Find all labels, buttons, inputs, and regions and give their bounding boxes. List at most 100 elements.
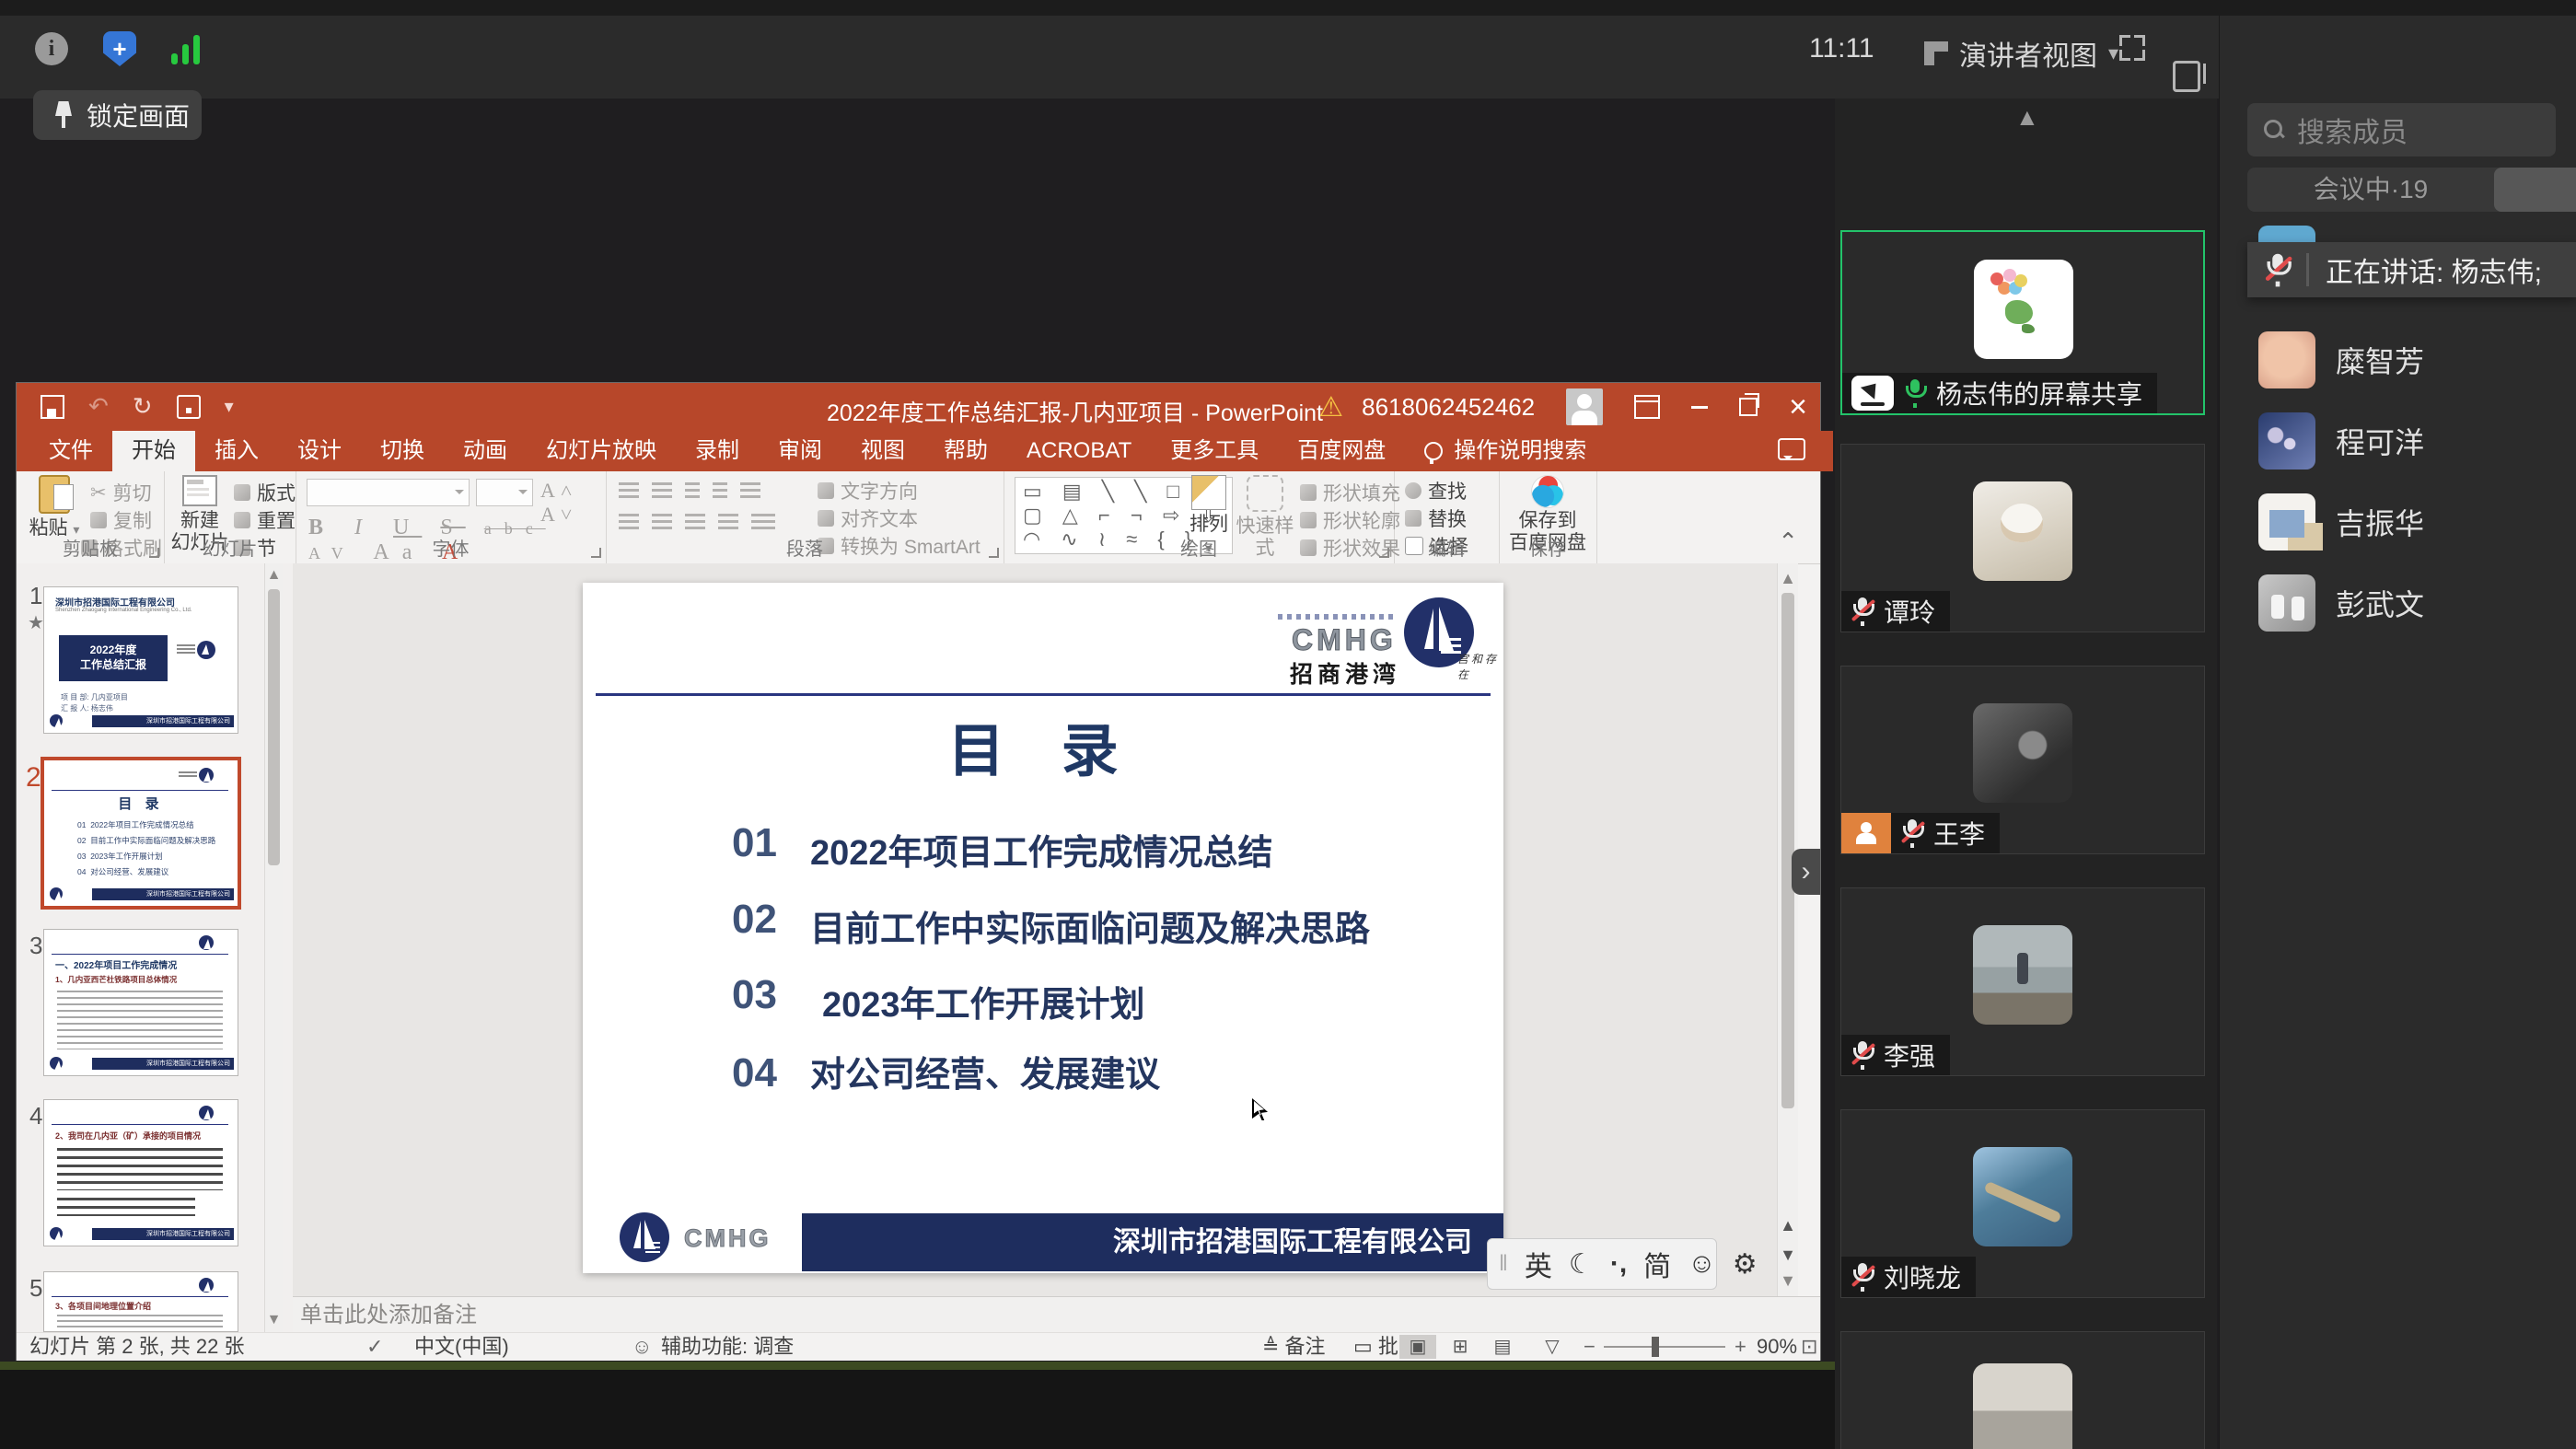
comments-icon[interactable] — [1778, 438, 1805, 460]
new-slide-button[interactable]: 新建幻灯片▾ — [169, 475, 230, 577]
expand-panel-handle[interactable]: › — [1792, 849, 1820, 895]
lock-view-button[interactable]: 锁定画面 — [33, 90, 202, 140]
save-icon[interactable] — [41, 395, 64, 419]
tab-design[interactable]: 设计 — [278, 431, 361, 471]
member-search-input[interactable]: 搜索成员 — [2247, 103, 2556, 156]
video-tile-tanling[interactable]: 谭玲 — [1840, 444, 2205, 632]
video-tile-screenshare[interactable]: 杨志伟的屏幕共享 — [1840, 230, 2205, 415]
next-slide-icon[interactable]: ▼ — [1778, 1246, 1798, 1265]
text-direction-button[interactable]: 文字方向 — [818, 477, 918, 504]
collapse-ribbon-icon[interactable]: ⌃ — [1778, 527, 1798, 556]
member-row[interactable]: 程可洋 — [2258, 412, 2424, 469]
clipboard-dialog-launcher[interactable] — [149, 548, 159, 558]
thumbnail-slide-1[interactable]: 深圳市招港国际工程有限公司 Shenzhen Zhaogang Internat… — [44, 587, 238, 733]
zoom-slider[interactable] — [1604, 1346, 1725, 1348]
ime-moon-icon[interactable]: ☾ — [1569, 1248, 1594, 1281]
tab-slideshow[interactable]: 幻灯片放映 — [527, 431, 676, 471]
tab-animations[interactable]: 动画 — [444, 431, 527, 471]
shape-outline-button[interactable]: 形状轮廓 — [1300, 506, 1400, 534]
undo-icon[interactable]: ↶ — [88, 392, 109, 421]
find-button[interactable]: 查找 — [1405, 477, 1467, 504]
close-button[interactable]: × — [1789, 389, 1807, 425]
notes-toggle[interactable]: ≜ 备注 — [1262, 1333, 1326, 1361]
video-tile-wangli[interactable]: 王李 — [1840, 666, 2205, 854]
ime-toolbar[interactable]: ‖ 英 ☾ ·, 简 ☺ ⚙ — [1487, 1238, 1717, 1290]
layout-button[interactable]: 版式 — [234, 479, 296, 506]
tab-in-meeting[interactable]: 会议中·19 — [2247, 168, 2494, 212]
view-mode-dropdown[interactable]: 演讲者视图 ▾ — [1924, 33, 2118, 74]
tab-help[interactable]: 帮助 — [924, 431, 1007, 471]
info-icon[interactable]: i — [35, 32, 68, 65]
reset-button[interactable]: 重置 — [234, 506, 296, 534]
thumbnail-slide-5[interactable]: 3、各项目间地理位置介绍 — [44, 1272, 238, 1331]
tab-more-tools[interactable]: 更多工具 — [1151, 431, 1278, 471]
list-buttons[interactable] — [619, 482, 773, 504]
thumbnail-slide-4[interactable]: 2、我司在几内亚（矿）承接的项目情况 深圳市招港国际工程有限公司 — [44, 1100, 238, 1246]
paste-button[interactable]: 粘贴 ▾ — [26, 475, 83, 540]
slideshow-view-button[interactable]: ▽ — [1534, 1335, 1571, 1359]
thumb-scroll-up-icon[interactable]: ▲ — [265, 567, 283, 584]
fullscreen-icon[interactable] — [2119, 35, 2145, 61]
tab-view[interactable]: 视图 — [841, 431, 924, 471]
ime-punct-icon[interactable]: ·, — [1610, 1248, 1627, 1280]
language-status[interactable]: 中文(中国) — [414, 1333, 509, 1361]
account-id[interactable]: 8618062452462 — [1362, 393, 1535, 422]
quick-access-toolbar[interactable]: ↶ ↻ ▾ — [41, 392, 234, 421]
account-avatar[interactable] — [1566, 388, 1603, 425]
tab-home[interactable]: 开始 — [112, 431, 195, 471]
member-row[interactable]: 彭武文 — [2258, 574, 2424, 632]
side-panel-icon[interactable] — [2173, 61, 2200, 92]
drawing-dialog-launcher[interactable] — [1379, 548, 1389, 558]
member-row[interactable]: 糜智芳 — [2258, 331, 2424, 388]
qat-caret-icon[interactable]: ▾ — [225, 395, 234, 418]
thumb-scroll-down-icon[interactable]: ▼ — [265, 1312, 283, 1328]
align-text-button[interactable]: 对齐文本 — [818, 504, 918, 532]
ime-drag-handle[interactable]: ‖ — [1499, 1251, 1508, 1277]
ppt-titlebar[interactable]: ↶ ↻ ▾ 2022年度工作总结汇报-几内亚项目 - PowerPoint ⚠ … — [17, 383, 1820, 431]
tab-file[interactable]: 文件 — [29, 431, 112, 471]
tell-me-search[interactable]: 操作说明搜索 — [1405, 431, 1606, 471]
zoom-in-button[interactable]: + — [1735, 1333, 1746, 1361]
minimize-button[interactable] — [1691, 406, 1708, 409]
tab-record[interactable]: 录制 — [676, 431, 759, 471]
font-size-select[interactable] — [476, 479, 533, 506]
security-shield-icon[interactable]: + — [103, 31, 136, 66]
start-slideshow-icon[interactable] — [177, 395, 201, 419]
copy-button[interactable]: 复制 — [90, 506, 152, 534]
tab-baidu-netdisk[interactable]: 百度网盘 — [1278, 431, 1405, 471]
shape-fill-button[interactable]: 形状填充 — [1300, 479, 1400, 506]
thumbnail-slide-2[interactable]: 目 录 01 2022年项目工作完成情况总结 02 目前工作中实际面临问题及解决… — [44, 760, 238, 906]
video-tile-liqiang[interactable]: 李强 — [1840, 887, 2205, 1076]
redo-icon[interactable]: ↻ — [133, 392, 153, 421]
tab-insert[interactable]: 插入 — [195, 431, 278, 471]
editor-scroll-down-icon[interactable]: ▼ — [1778, 1271, 1798, 1291]
align-buttons[interactable] — [619, 514, 788, 535]
normal-view-button[interactable]: ▣ — [1399, 1335, 1436, 1359]
video-tile-liuxiaolong[interactable]: 刘晓龙 — [1840, 1109, 2205, 1298]
ime-simplified[interactable]: 简 — [1643, 1244, 1671, 1284]
font-dialog-launcher[interactable] — [591, 548, 601, 558]
reading-view-button[interactable]: ▤ — [1484, 1335, 1521, 1359]
restore-button[interactable] — [1739, 398, 1758, 416]
thumbnail-slide-3[interactable]: 一、2022年项目工作完成情况 1、几内亚西芒杜铁路项目总体情况 深圳市招港国际… — [44, 930, 238, 1075]
tab-acrobat[interactable]: ACROBAT — [1007, 431, 1151, 471]
ribbon-display-options-icon[interactable] — [1634, 395, 1660, 419]
slide-sorter-view-button[interactable]: ⊞ — [1442, 1335, 1479, 1359]
thumbnail-scrollbar[interactable]: ▲ ▼ — [264, 563, 283, 1332]
video-tile-partial[interactable] — [1840, 1331, 2205, 1449]
paragraph-dialog-launcher[interactable] — [989, 548, 999, 558]
ime-emoji-icon[interactable]: ☺ — [1688, 1248, 1716, 1280]
ime-settings-icon[interactable]: ⚙ — [1733, 1248, 1758, 1281]
editor-scroll-up-icon[interactable]: ▲ — [1778, 569, 1798, 588]
cut-button[interactable]: ✂剪切 — [90, 479, 152, 506]
tab-review[interactable]: 审阅 — [759, 431, 841, 471]
editor-scrollbar[interactable]: ▲ ▲ ▼ ▼ — [1777, 563, 1798, 1296]
font-name-select[interactable] — [307, 479, 470, 506]
member-row[interactable]: 吉振华 — [2258, 493, 2424, 551]
prev-slide-icon[interactable]: ▲ — [1778, 1216, 1798, 1235]
member-tabs[interactable]: 会议中·19 — [2247, 168, 2576, 212]
notes-area[interactable]: 单击此处添加备注 — [293, 1296, 1820, 1332]
collapse-filmstrip-icon[interactable]: ▲ — [2015, 103, 2039, 132]
ime-lang-en[interactable]: 英 — [1525, 1244, 1552, 1284]
accessibility-status[interactable]: 辅助功能: 调查 — [661, 1333, 794, 1361]
